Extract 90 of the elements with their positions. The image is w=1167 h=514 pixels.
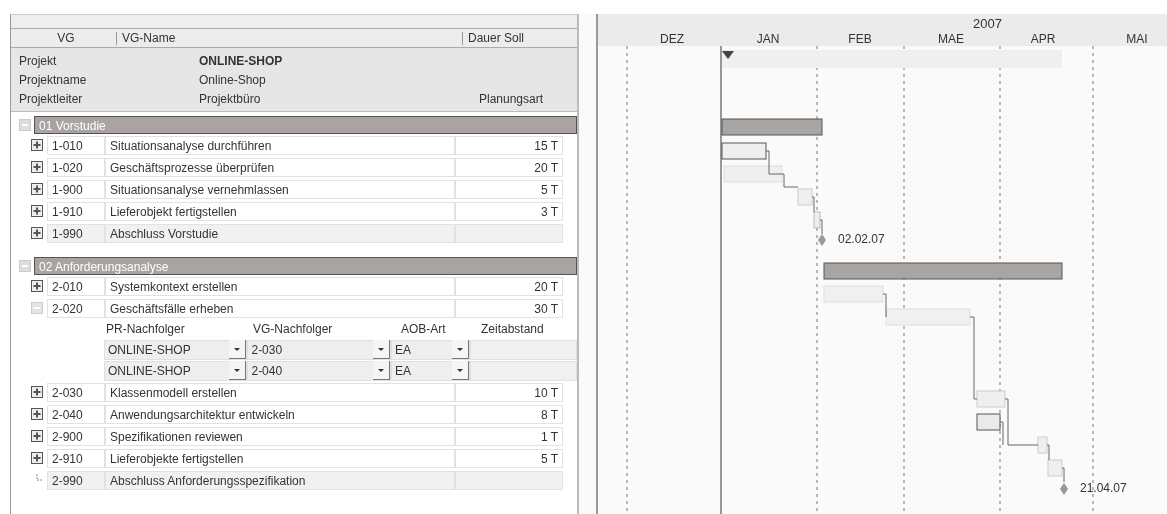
dependency-line bbox=[882, 293, 887, 318]
column-header[interactable]: VG-Name bbox=[116, 31, 462, 45]
task-bar bbox=[823, 285, 884, 303]
expand-icon[interactable] bbox=[31, 430, 43, 442]
dropdown[interactable]: ONLINE-SHOP bbox=[104, 360, 248, 381]
field-value: ONLINE-SHOP bbox=[199, 53, 284, 68]
expand-icon[interactable] bbox=[31, 139, 43, 151]
dropdown[interactable]: 2-030 bbox=[247, 339, 391, 360]
dropdown[interactable]: EA bbox=[390, 360, 471, 381]
column-header: VG-Nachfolger bbox=[253, 322, 334, 336]
dependency-line bbox=[811, 196, 815, 213]
column-header: Zeitabstand bbox=[481, 322, 544, 336]
task-bar bbox=[721, 142, 767, 160]
table-cell: Spezifikationen reviewen bbox=[105, 426, 455, 446]
table-cell: 1 T bbox=[455, 426, 563, 446]
expand-icon[interactable] bbox=[31, 183, 43, 195]
table-cell: Abschluss Anforderungsspezifikation bbox=[105, 470, 455, 490]
table-cell: 2-020 bbox=[47, 298, 105, 318]
table-cell: Geschäftsprozesse überprüfen bbox=[105, 157, 455, 177]
field-value: Projektbüro bbox=[199, 91, 262, 106]
expand-icon[interactable] bbox=[31, 452, 43, 464]
month-label: MAE bbox=[938, 32, 964, 46]
table-cell: 2-910 bbox=[47, 448, 105, 468]
year-label: 2007 bbox=[973, 16, 1002, 31]
table-cell: 5 T bbox=[455, 179, 563, 199]
month-label: DEZ bbox=[660, 32, 684, 46]
column-header[interactable]: Dauer Soll bbox=[462, 31, 548, 45]
month-label: JAN bbox=[756, 32, 780, 46]
milestone-icon bbox=[1060, 483, 1068, 495]
month-label: MAI bbox=[1126, 32, 1148, 46]
table-cell: Situationsanalyse durchführen bbox=[105, 135, 455, 155]
field-value: Online-Shop bbox=[199, 72, 267, 87]
dependency-line bbox=[819, 219, 823, 235]
dependency-line bbox=[1061, 467, 1065, 483]
table-cell: 2-040 bbox=[47, 404, 105, 424]
table-cell: 1-990 bbox=[47, 223, 105, 243]
table-cell: Geschäftsfälle erheben bbox=[105, 298, 455, 318]
table-cell: 2-990 bbox=[47, 470, 105, 490]
table-cell: 1-900 bbox=[47, 179, 105, 199]
table-cell: 15 T bbox=[455, 135, 563, 155]
task-bar bbox=[1047, 459, 1063, 477]
task-bar bbox=[1037, 436, 1048, 454]
task-bar bbox=[723, 165, 783, 183]
table-cell: 1-020 bbox=[47, 157, 105, 177]
table-cell: 8 T bbox=[455, 404, 563, 424]
field-label: Projektleiter bbox=[19, 91, 84, 106]
table-cell: 1-910 bbox=[47, 201, 105, 221]
table-cell: 3 T bbox=[455, 201, 563, 221]
table-cell: Situationsanalyse vernehmlassen bbox=[105, 179, 455, 199]
table-cell: 1-010 bbox=[47, 135, 105, 155]
table-cell: 2-030 bbox=[47, 382, 105, 402]
table-cell: Anwendungsarchitektur entwickeln bbox=[105, 404, 455, 424]
expand-icon[interactable] bbox=[31, 408, 43, 420]
month-label: APR bbox=[1030, 32, 1056, 46]
task-bar bbox=[797, 188, 813, 206]
table-cell: Lieferobjekte fertigstellen bbox=[105, 448, 455, 468]
column-header: PR-Nachfolger bbox=[106, 322, 186, 336]
task-bar bbox=[976, 413, 1001, 431]
expand-icon[interactable] bbox=[31, 280, 43, 292]
table-cell: 30 T bbox=[455, 298, 563, 318]
field-label: Projekt bbox=[19, 53, 58, 68]
table-cell: 5 T bbox=[455, 448, 563, 468]
expand-icon[interactable] bbox=[31, 161, 43, 173]
task-bar bbox=[976, 390, 1006, 408]
field-label: Planungsart bbox=[479, 91, 545, 106]
month-label: FEB bbox=[848, 32, 872, 46]
column-header: AOB-Art bbox=[401, 322, 447, 336]
table-cell: 10 T bbox=[455, 382, 563, 402]
expand-icon[interactable] bbox=[31, 227, 43, 239]
milestone-date: 21.04.07 bbox=[1080, 481, 1127, 495]
table-cell: Systemkontext erstellen bbox=[105, 276, 455, 296]
dropdown[interactable]: ONLINE-SHOP bbox=[104, 339, 248, 360]
table-cell: Abschluss Vorstudie bbox=[105, 223, 455, 243]
dropdown[interactable]: EA bbox=[390, 339, 471, 360]
dependency-line bbox=[1046, 444, 1050, 461]
table-cell: 2-900 bbox=[47, 426, 105, 446]
dropdown[interactable]: 2-040 bbox=[247, 360, 391, 381]
field-label: Projektname bbox=[19, 72, 88, 87]
table-cell: 2-010 bbox=[47, 276, 105, 296]
expand-icon[interactable] bbox=[31, 386, 43, 398]
milestone-date: 02.02.07 bbox=[838, 232, 885, 246]
column-header[interactable]: VG bbox=[11, 31, 116, 45]
table-cell: 20 T bbox=[455, 157, 563, 177]
expand-icon[interactable] bbox=[31, 205, 43, 217]
splitter[interactable] bbox=[577, 14, 598, 514]
task-bar bbox=[813, 211, 821, 229]
milestone-icon bbox=[818, 234, 826, 246]
table-cell: 20 T bbox=[455, 276, 563, 296]
table-cell: Lieferobjekt fertigstellen bbox=[105, 201, 455, 221]
table-cell: Klassenmodell erstellen bbox=[105, 382, 455, 402]
